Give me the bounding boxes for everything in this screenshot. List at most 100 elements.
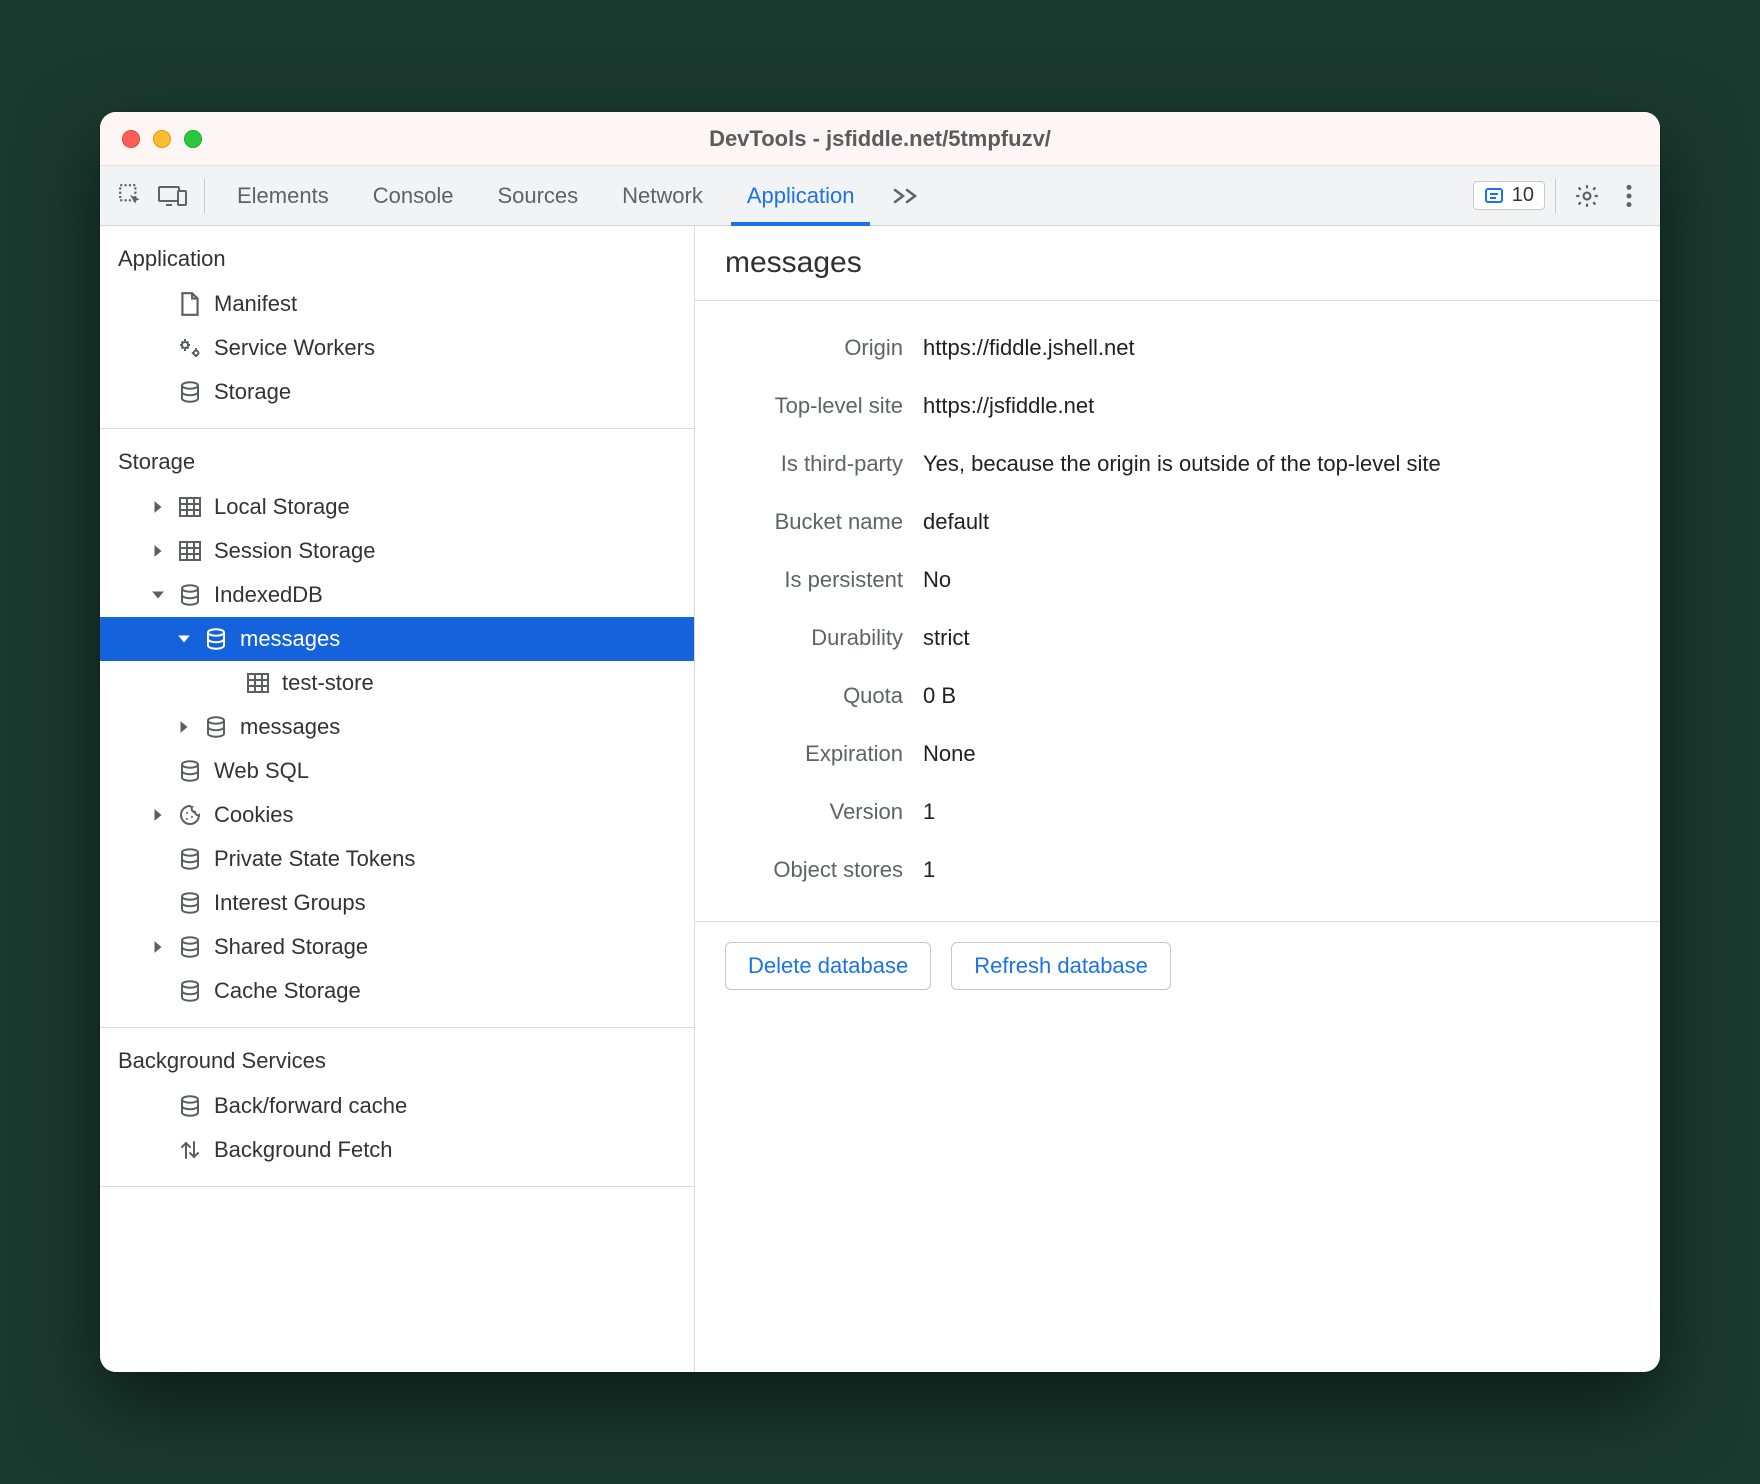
sidebar-item-storage[interactable]: Storage: [100, 370, 694, 414]
divider: [1555, 179, 1556, 213]
devtools-window: DevTools - jsfiddle.net/5tmpfuzv/ Elemen…: [100, 112, 1660, 1372]
settings-icon[interactable]: [1566, 175, 1608, 217]
more-tabs-button[interactable]: [876, 186, 936, 206]
db-icon: [176, 1094, 204, 1118]
sidebar-item-back-forward-cache[interactable]: Back/forward cache: [100, 1084, 694, 1128]
sidebar-item-shared-storage[interactable]: Shared Storage: [100, 925, 694, 969]
issues-counter[interactable]: 10: [1473, 181, 1545, 210]
sidebar-item-manifest[interactable]: Manifest: [100, 282, 694, 326]
chevron-down-icon: [150, 590, 166, 600]
db-icon: [176, 583, 204, 607]
detail-actions: Delete database Refresh database: [695, 921, 1660, 1010]
sidebar-item-label: Service Workers: [214, 335, 375, 361]
sidebar-section: ApplicationManifest Service Workers Storag…: [100, 226, 694, 429]
titlebar: DevTools - jsfiddle.net/5tmpfuzv/: [100, 112, 1660, 166]
sidebar-item-web-sql[interactable]: Web SQL: [100, 749, 694, 793]
sidebar-item-label: Storage: [214, 379, 291, 405]
sidebar-item-label: Session Storage: [214, 538, 375, 564]
issues-count: 10: [1512, 184, 1534, 207]
prop-label: Expiration: [723, 741, 923, 767]
prop-value: 0 B: [923, 683, 1632, 709]
sidebar-item-label: IndexedDB: [214, 582, 323, 608]
sidebar-item-label: Cookies: [214, 802, 293, 828]
gears-icon: [176, 336, 204, 360]
sidebar-item-label: Local Storage: [214, 494, 350, 520]
sidebar-section: Background Services Back/forward cache Bac…: [100, 1028, 694, 1187]
prop-value: default: [923, 509, 1632, 535]
sidebar-item-label: Shared Storage: [214, 934, 368, 960]
sidebar-section-title: Background Services: [100, 1040, 694, 1084]
sidebar-item-messages[interactable]: messages: [100, 617, 694, 661]
prop-value: No: [923, 567, 1632, 593]
detail-prop-is-third-party: Is third-partyYes, because the origin is…: [723, 435, 1632, 493]
file-icon: [176, 291, 204, 317]
table-icon: [176, 496, 204, 518]
prop-value: 1: [923, 857, 1632, 883]
db-icon: [176, 979, 204, 1003]
sidebar-item-private-state-tokens[interactable]: Private State Tokens: [100, 837, 694, 881]
window-title: DevTools - jsfiddle.net/5tmpfuzv/: [100, 126, 1660, 152]
table-icon: [176, 540, 204, 562]
db-icon: [202, 627, 230, 651]
sidebar-item-interest-groups[interactable]: Interest Groups: [100, 881, 694, 925]
prop-value: None: [923, 741, 1632, 767]
detail-prop-object-stores: Object stores1: [723, 841, 1632, 899]
sidebar-item-background-fetch[interactable]: Background Fetch: [100, 1128, 694, 1172]
db-icon: [176, 935, 204, 959]
chevron-right-icon: [150, 940, 166, 954]
sidebar-item-label: test-store: [282, 670, 374, 696]
tab-application[interactable]: Application: [725, 166, 877, 225]
panel-tabs: ElementsConsoleSourcesNetworkApplication: [215, 166, 876, 225]
prop-value: 1: [923, 799, 1632, 825]
tab-sources[interactable]: Sources: [475, 166, 600, 225]
db-icon: [176, 380, 204, 404]
application-sidebar: ApplicationManifest Service Workers Storag…: [100, 226, 695, 1372]
tab-console[interactable]: Console: [351, 166, 476, 225]
tab-network[interactable]: Network: [600, 166, 725, 225]
sidebar-item-local-storage[interactable]: Local Storage: [100, 485, 694, 529]
detail-prop-durability: Durabilitystrict: [723, 609, 1632, 667]
cookie-icon: [176, 803, 204, 827]
sidebar-item-label: Web SQL: [214, 758, 309, 784]
device-toggle-icon[interactable]: [152, 175, 194, 217]
prop-value: strict: [923, 625, 1632, 651]
chevron-down-icon: [176, 634, 192, 644]
chevron-right-icon: [150, 500, 166, 514]
prop-value: https://jsfiddle.net: [923, 393, 1632, 419]
sidebar-item-label: messages: [240, 626, 340, 652]
prop-label: Is third-party: [723, 451, 923, 477]
sidebar-item-indexeddb[interactable]: IndexedDB: [100, 573, 694, 617]
sidebar-item-label: messages: [240, 714, 340, 740]
sidebar-item-label: Interest Groups: [214, 890, 366, 916]
sidebar-item-label: Cache Storage: [214, 978, 361, 1004]
kebab-menu-icon[interactable]: [1608, 175, 1650, 217]
prop-value: https://fiddle.jshell.net: [923, 335, 1632, 361]
delete-database-button[interactable]: Delete database: [725, 942, 931, 990]
inspect-element-icon[interactable]: [110, 175, 152, 217]
sidebar-item-session-storage[interactable]: Session Storage: [100, 529, 694, 573]
chevron-right-icon: [150, 808, 166, 822]
detail-prop-is-persistent: Is persistentNo: [723, 551, 1632, 609]
sidebar-item-label: Back/forward cache: [214, 1093, 407, 1119]
db-icon: [176, 847, 204, 871]
refresh-database-button[interactable]: Refresh database: [951, 942, 1171, 990]
tab-elements[interactable]: Elements: [215, 166, 351, 225]
prop-value: Yes, because the origin is outside of th…: [923, 451, 1632, 477]
db-icon: [202, 715, 230, 739]
prop-label: Object stores: [723, 857, 923, 883]
detail-props: Originhttps://fiddle.jshell.netTop-level…: [695, 301, 1660, 917]
sidebar-item-test-store[interactable]: test-store: [100, 661, 694, 705]
main-area: ApplicationManifest Service Workers Storag…: [100, 226, 1660, 1372]
sidebar-item-service-workers[interactable]: Service Workers: [100, 326, 694, 370]
prop-label: Is persistent: [723, 567, 923, 593]
detail-prop-bucket-name: Bucket namedefault: [723, 493, 1632, 551]
detail-prop-expiration: ExpirationNone: [723, 725, 1632, 783]
sidebar-item-messages[interactable]: messages: [100, 705, 694, 749]
sidebar-section-title: Application: [100, 238, 694, 282]
sidebar-section: StorageLocal StorageSession StorageIndex…: [100, 429, 694, 1028]
sidebar-item-cookies[interactable]: Cookies: [100, 793, 694, 837]
prop-label: Durability: [723, 625, 923, 651]
prop-label: Bucket name: [723, 509, 923, 535]
sidebar-item-cache-storage[interactable]: Cache Storage: [100, 969, 694, 1013]
detail-prop-quota: Quota0 B: [723, 667, 1632, 725]
